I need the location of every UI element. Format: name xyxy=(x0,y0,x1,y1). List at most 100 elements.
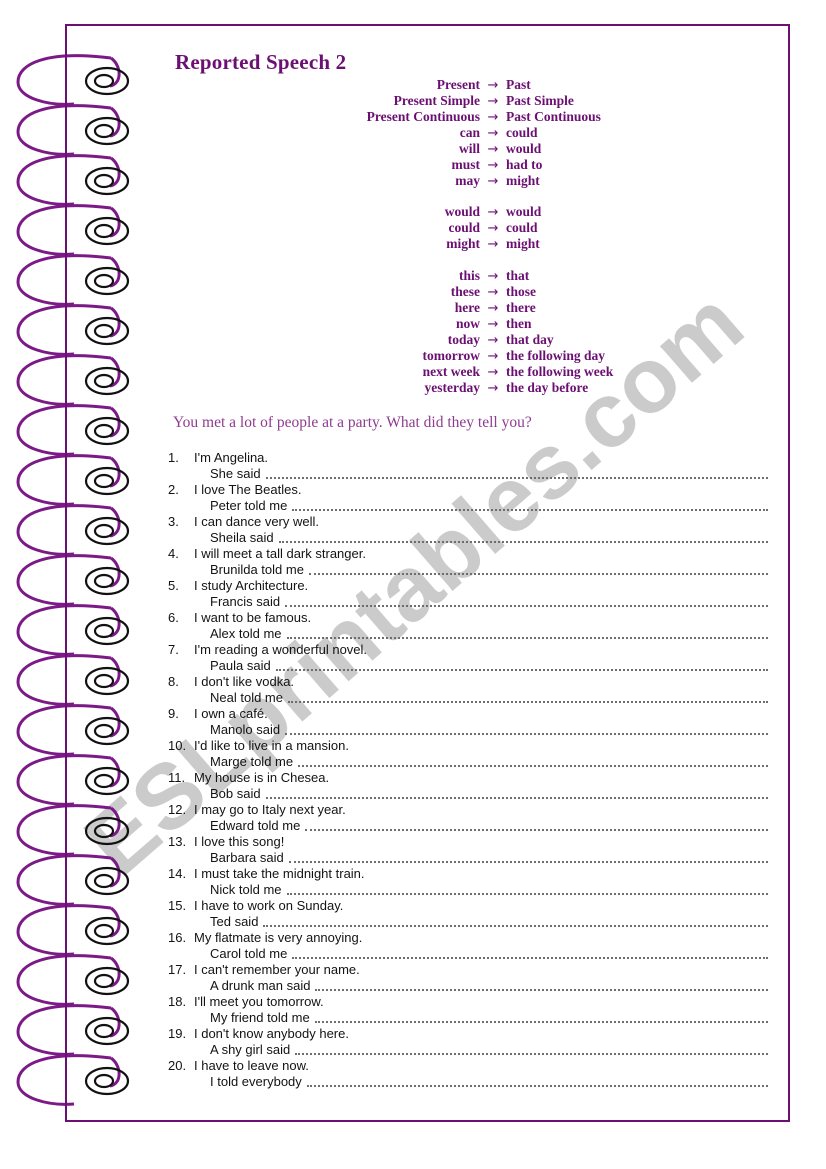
item-quote: I must take the midnight train. xyxy=(194,865,365,881)
answer-blank[interactable] xyxy=(305,816,768,831)
item-number: 13. xyxy=(168,833,187,849)
exercise-answer-row: Carol told me xyxy=(168,945,768,961)
exercise-item: 6. I want to be famous. Alex told me xyxy=(168,609,768,641)
item-cue: Edward told me xyxy=(210,818,301,833)
item-number: 5. xyxy=(168,577,179,593)
item-cue: A drunk man said xyxy=(210,978,311,993)
exercise-answer-row: Peter told me xyxy=(168,497,768,513)
exercise-answer-row: I told everybody xyxy=(168,1073,768,1089)
answer-blank[interactable] xyxy=(292,496,768,511)
item-number: 8. xyxy=(168,673,179,689)
exercise-prompt: 18. I'll meet you tomorrow. xyxy=(168,993,768,1009)
answer-blank[interactable] xyxy=(263,912,768,927)
rule-target: might xyxy=(506,236,540,251)
exercise-prompt: 2. I love The Beatles. xyxy=(168,481,768,497)
rule-source: next week xyxy=(422,364,480,379)
exercise-prompt: 3. I can dance very well. xyxy=(168,513,768,529)
item-number: 1. xyxy=(168,449,179,465)
item-cue: Peter told me xyxy=(210,498,288,513)
item-cue: A shy girl said xyxy=(210,1042,291,1057)
answer-blank[interactable] xyxy=(265,464,768,479)
item-cue: Ted said xyxy=(210,914,259,929)
arrow-icon: → xyxy=(487,349,499,364)
item-number: 7. xyxy=(168,641,179,657)
rule-row: must → had to xyxy=(245,157,601,173)
rule-target: the following week xyxy=(506,364,614,379)
item-quote: I love The Beatles. xyxy=(194,481,302,497)
arrow-icon: → xyxy=(487,381,499,396)
answer-blank[interactable] xyxy=(275,656,768,671)
exercise-prompt: 10. I'd like to live in a mansion. xyxy=(168,737,768,753)
item-number: 15. xyxy=(168,897,187,913)
answer-blank[interactable] xyxy=(278,528,768,543)
arrow-icon: → xyxy=(487,269,499,284)
rule-source: would xyxy=(444,204,480,219)
exercise-prompt: 12. I may go to Italy next year. xyxy=(168,801,768,817)
item-quote: I love this song! xyxy=(194,833,285,849)
arrow-icon: → xyxy=(487,94,499,109)
exercise-list: 1. I'm Angelina. She said 2. I love The Beat… xyxy=(168,449,768,1089)
rule-target: those xyxy=(506,284,536,299)
item-cue: Nick told me xyxy=(210,882,282,897)
answer-blank[interactable] xyxy=(285,592,768,607)
rule-source: might xyxy=(446,236,480,251)
answer-blank[interactable] xyxy=(288,848,768,863)
exercise-item: 9. I own a café. Manolo said xyxy=(168,705,768,737)
arrow-icon: → xyxy=(487,365,499,380)
answer-blank[interactable] xyxy=(295,1040,768,1055)
worksheet-content: Reported Speech 2 Present → Past Present Si… xyxy=(65,24,790,1122)
exercise-answer-row: Marge told me xyxy=(168,753,768,769)
rule-row: can → could xyxy=(245,125,601,141)
rule-source: could xyxy=(448,220,480,235)
item-number: 11. xyxy=(168,769,186,785)
rule-row: might → might xyxy=(245,236,541,252)
answer-blank[interactable] xyxy=(286,880,768,895)
exercise-prompt: 7. I'm reading a wonderful novel. xyxy=(168,641,768,657)
rule-source: Present xyxy=(436,77,480,92)
answer-blank[interactable] xyxy=(306,1072,768,1087)
exercise-prompt: 5. I study Architecture. xyxy=(168,577,768,593)
rule-source: here xyxy=(454,300,480,315)
answer-blank[interactable] xyxy=(314,1008,768,1023)
rule-source: tomorrow xyxy=(422,348,480,363)
answer-blank[interactable] xyxy=(286,624,768,639)
exercise-item: 8. I don't like vodka. Neal told me xyxy=(168,673,768,705)
exercise-item: 3. I can dance very well. Sheila said xyxy=(168,513,768,545)
item-quote: I will meet a tall dark stranger. xyxy=(194,545,366,561)
rules-group-time-expressions: this → that these → those here → there now → then to… xyxy=(245,268,614,396)
item-quote: I have to work on Sunday. xyxy=(194,897,344,913)
exercise-item: 10. I'd like to live in a mansion. Marge t… xyxy=(168,737,768,769)
item-number: 12. xyxy=(168,801,187,817)
exercise-item: 14. I must take the midnight train. Nick t… xyxy=(168,865,768,897)
exercise-item: 17. I can't remember your name. A drunk ma… xyxy=(168,961,768,993)
answer-blank[interactable] xyxy=(287,688,768,703)
item-quote: I don't know anybody here. xyxy=(194,1025,349,1041)
answer-blank[interactable] xyxy=(285,720,768,735)
item-quote: My flatmate is very annoying. xyxy=(194,929,363,945)
arrow-icon: → xyxy=(487,285,499,300)
answer-blank[interactable] xyxy=(308,560,768,575)
item-number: 20. xyxy=(168,1057,187,1073)
item-cue: Bob said xyxy=(210,786,261,801)
rule-row: now → then xyxy=(245,316,613,332)
exercise-prompt: 1. I'm Angelina. xyxy=(168,449,768,465)
answer-blank[interactable] xyxy=(292,944,768,959)
rule-row: would → would xyxy=(245,204,542,220)
answer-blank[interactable] xyxy=(315,976,768,991)
exercise-item: 4. I will meet a tall dark stranger. Bruni… xyxy=(168,545,768,577)
exercise-item: 16. My flatmate is very annoying. Carol to… xyxy=(168,929,768,961)
arrow-icon: → xyxy=(487,237,499,252)
page-title: Reported Speech 2 xyxy=(175,50,347,74)
rule-target: the day before xyxy=(506,380,589,395)
answer-blank[interactable] xyxy=(265,784,768,799)
exercise-item: 1. I'm Angelina. She said xyxy=(168,449,768,481)
rule-row: this → that xyxy=(245,268,613,284)
exercise-answer-row: Alex told me xyxy=(168,625,768,641)
item-quote: My house is in Chesea. xyxy=(194,769,330,785)
exercise-instruction: You met a lot of people at a party. What… xyxy=(173,414,532,431)
item-number: 14. xyxy=(168,865,187,881)
rule-source: now xyxy=(455,316,480,331)
answer-blank[interactable] xyxy=(298,752,768,767)
exercise-answer-row: She said xyxy=(168,465,768,481)
item-number: 3. xyxy=(168,513,179,529)
